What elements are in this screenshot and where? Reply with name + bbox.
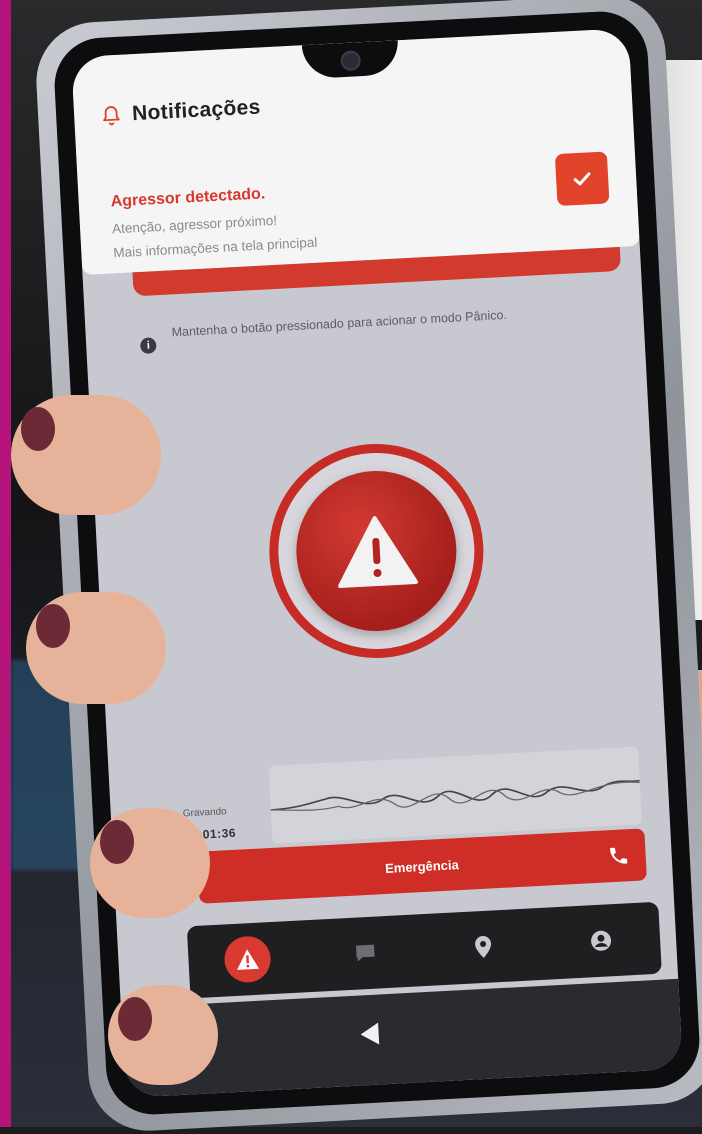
check-icon: [573, 172, 591, 186]
hand-finger: [26, 592, 166, 704]
alert-title: Agressor detectado.: [110, 185, 266, 211]
alert-message: Atenção, agressor próximo!: [111, 212, 278, 237]
hand-finger: [108, 985, 218, 1085]
audio-waveform: [268, 746, 643, 844]
user-icon: [591, 930, 612, 951]
alert-detail: Mais informações na tela principal: [113, 234, 318, 261]
phone-icon: [610, 847, 628, 864]
panic-hint: i Mantenha o botão pressionado para acio…: [139, 299, 620, 355]
panic-button[interactable]: [292, 466, 461, 636]
warning-triangle-icon: [338, 516, 419, 588]
warning-icon: [237, 949, 260, 970]
notification-title: Notificações: [131, 95, 262, 126]
nav-chat[interactable]: [341, 929, 389, 977]
recording-label: Gravando: [182, 806, 228, 820]
waveform-graphic: [270, 779, 641, 811]
confirm-button[interactable]: [554, 151, 610, 207]
magenta-border: [0, 0, 11, 1127]
hand-finger: [11, 395, 161, 515]
phone-screen: Notificações Agressor detectado. Atenção…: [71, 28, 683, 1098]
location-pin-icon: [475, 935, 492, 958]
back-triangle-icon[interactable]: [360, 1022, 380, 1046]
bell-icon: [103, 106, 120, 126]
front-camera: [340, 50, 362, 72]
panic-button-ring[interactable]: [263, 438, 489, 664]
nav-profile[interactable]: [577, 917, 625, 965]
emergency-button-label: Emergência: [384, 856, 460, 876]
info-icon: i: [139, 337, 157, 355]
hand-finger: [90, 808, 210, 918]
notification-header: Notificações: [100, 95, 262, 127]
panic-hint-text: Mantenha o botão pressionado para aciona…: [171, 307, 508, 340]
nav-map[interactable]: [459, 923, 507, 971]
chat-icon: [355, 944, 375, 962]
phone-body: Notificações Agressor detectado. Atenção…: [52, 9, 702, 1117]
emergency-button[interactable]: Emergência: [196, 828, 647, 904]
nav-alert[interactable]: [223, 935, 272, 984]
phone-case: Notificações Agressor detectado. Atenção…: [33, 0, 702, 1134]
